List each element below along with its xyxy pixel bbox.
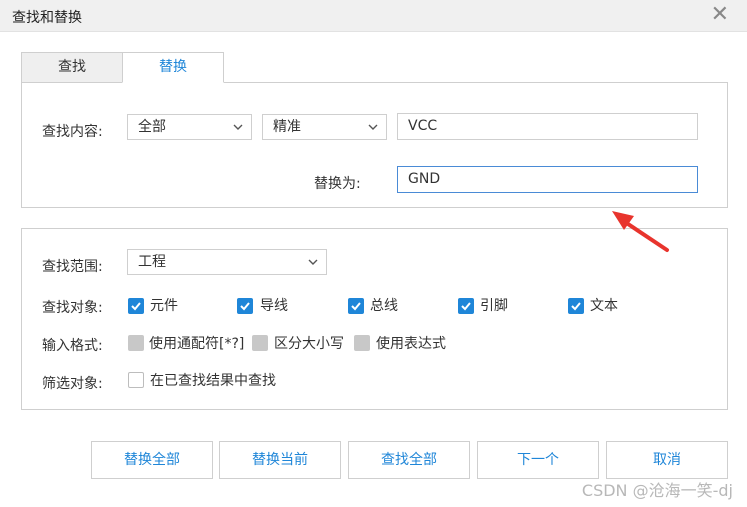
search-range-select[interactable]: 工程	[127, 249, 327, 275]
checkbox-wildcard-label: 使用通配符[*?]	[149, 336, 245, 352]
find-all-button[interactable]: 查找全部	[348, 441, 470, 479]
checkbox-pin[interactable]	[458, 298, 474, 314]
chevron-down-icon	[233, 124, 243, 130]
check-icon	[351, 302, 361, 311]
checkbox-bus[interactable]	[348, 298, 364, 314]
next-button[interactable]: 下一个	[477, 441, 599, 479]
search-objects-label: 查找对象:	[42, 300, 103, 316]
replace-all-button[interactable]: 替换全部	[91, 441, 213, 479]
find-input[interactable]: VCC	[397, 113, 698, 140]
window-title: 查找和替换	[12, 10, 82, 26]
replace-input[interactable]: GND	[397, 166, 698, 193]
chevron-down-icon	[308, 259, 318, 265]
find-content-label: 查找内容:	[42, 124, 103, 140]
chevron-down-icon	[368, 124, 378, 130]
search-range-select-value: 工程	[138, 254, 166, 270]
checkbox-component-label: 元件	[150, 298, 178, 314]
check-icon	[240, 302, 250, 311]
tab-replace[interactable]: 替换	[122, 52, 224, 83]
checkbox-search-in-results-label: 在已查找结果中查找	[150, 373, 276, 389]
search-range-label: 查找范围:	[42, 259, 103, 275]
checkbox-wire[interactable]	[237, 298, 253, 314]
checkbox-bus-label: 总线	[370, 298, 398, 314]
annotation-arrow-icon	[612, 211, 669, 252]
check-icon	[131, 302, 141, 311]
checkbox-component[interactable]	[128, 298, 144, 314]
check-icon	[571, 302, 581, 311]
title-bar: 查找和替换 ✕	[0, 0, 747, 32]
checkbox-text[interactable]	[568, 298, 584, 314]
check-icon	[461, 302, 471, 311]
scope-select-value: 全部	[138, 119, 166, 135]
checkbox-regex[interactable]	[354, 335, 370, 351]
checkbox-text-label: 文本	[590, 298, 618, 314]
checkbox-pin-label: 引脚	[480, 298, 508, 314]
match-mode-select-value: 精准	[273, 119, 301, 135]
find-replace-panel: 查找内容: 全部 精准 VCC 替换为: GND	[21, 82, 728, 208]
tab-find[interactable]: 查找	[21, 52, 123, 83]
checkbox-wire-label: 导线	[260, 298, 288, 314]
input-format-label: 输入格式:	[42, 338, 103, 354]
filter-objects-label: 筛选对象:	[42, 376, 103, 392]
cancel-button[interactable]: 取消	[606, 441, 728, 479]
replace-with-label: 替换为:	[314, 176, 361, 192]
checkbox-case-sensitive[interactable]	[252, 335, 268, 351]
checkbox-search-in-results[interactable]	[128, 372, 144, 388]
checkbox-wildcard[interactable]	[128, 335, 144, 351]
close-icon[interactable]: ✕	[711, 3, 729, 27]
checkbox-regex-label: 使用表达式	[376, 336, 446, 352]
checkbox-case-sensitive-label: 区分大小写	[274, 336, 344, 352]
match-mode-select[interactable]: 精准	[262, 114, 387, 140]
scope-select[interactable]: 全部	[127, 114, 252, 140]
replace-current-button[interactable]: 替换当前	[219, 441, 341, 479]
watermark: CSDN @沧海一笑-dj	[581, 481, 733, 500]
